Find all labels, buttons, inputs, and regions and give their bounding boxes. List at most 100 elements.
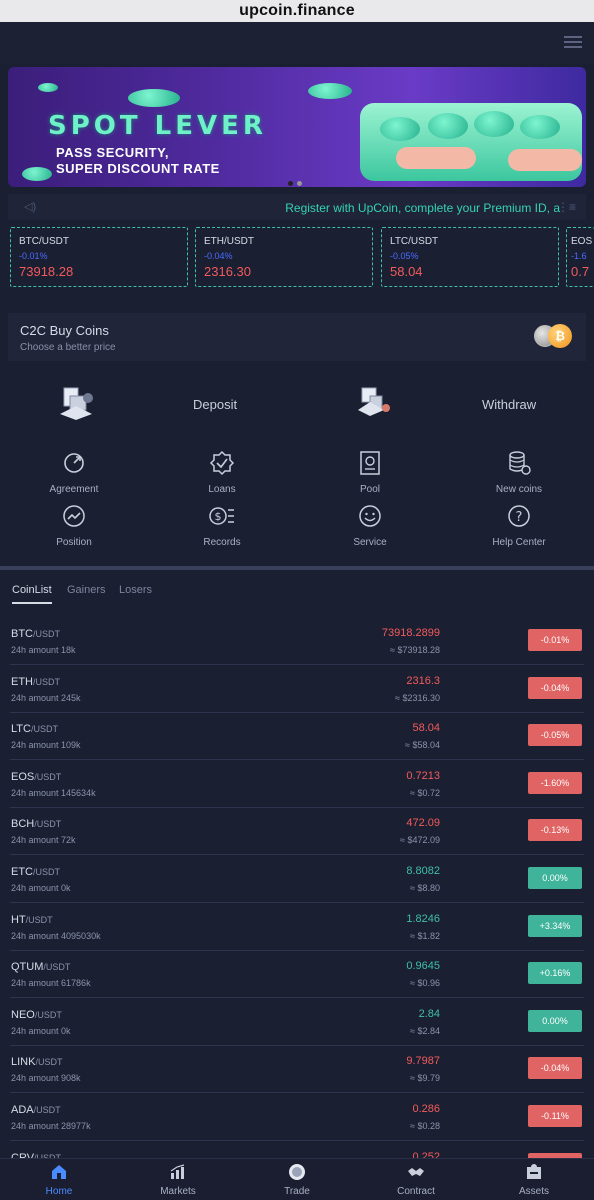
change-badge[interactable]: -0.01% bbox=[528, 629, 582, 651]
question-icon: ? bbox=[508, 505, 530, 527]
coin-row[interactable]: NEO/USDT 24h amount 0k 2.84 ≈ $2.84 0.00% bbox=[0, 999, 594, 1047]
change-badge[interactable]: -0.04% bbox=[528, 1057, 582, 1080]
coin-usd-value: ≈ $58.04 bbox=[405, 740, 440, 751]
bitcoin-icon: ₿ bbox=[548, 324, 572, 348]
coin-quote: /USDT bbox=[43, 962, 71, 973]
nav-home[interactable]: Home bbox=[19, 1163, 99, 1197]
coin-row[interactable]: LTC/USDT 24h amount 109k 58.04 ≈ $58.04 -0.0… bbox=[0, 713, 594, 761]
coin-base: LINK bbox=[11, 1056, 36, 1069]
ticker-card[interactable]: LTC/USDT -0.05% 58.04 bbox=[381, 227, 559, 287]
coin-symbol: LTC/USDT bbox=[11, 723, 58, 735]
coin-24h-amount: 24h amount 245k bbox=[11, 692, 81, 703]
grid-label: Records bbox=[203, 537, 241, 548]
records-button[interactable]: $ Records bbox=[172, 503, 272, 548]
change-badge[interactable]: -1.60% bbox=[528, 771, 582, 794]
change-badge[interactable]: 0.00% bbox=[528, 1009, 582, 1032]
coin-row[interactable]: EOS/USDT 24h amount 145634k 0.7213 ≈ $0.72 -… bbox=[0, 761, 594, 809]
announcement-bar[interactable]: ◁) Register with UpCoin, complete your P… bbox=[8, 194, 586, 220]
menu-icon[interactable] bbox=[564, 36, 582, 50]
coin-price: 2316.3 bbox=[406, 674, 440, 687]
deposit-icon[interactable] bbox=[58, 384, 98, 420]
ticker-pair: EOS bbox=[571, 236, 593, 247]
coin-row[interactable]: ETH/USDT 24h amount 245k 2316.3 ≈ $2316.30 -… bbox=[0, 666, 594, 714]
c2c-title: C2C Buy Coins bbox=[20, 323, 109, 338]
tab-coinlist[interactable]: CoinList bbox=[12, 584, 52, 596]
service-button[interactable]: Service bbox=[320, 503, 420, 548]
coin-base: ETC bbox=[11, 866, 33, 878]
coin-row[interactable]: LINK/USDT 24h amount 908k 9.7987 ≈ $9.79 -0.… bbox=[0, 1046, 594, 1094]
coin-usd-value: ≈ $2316.30 bbox=[395, 692, 440, 703]
coin-24h-amount: 24h amount 72k bbox=[11, 835, 76, 846]
ticker-price: 2316.30 bbox=[204, 264, 251, 279]
pool-button[interactable]: Pool bbox=[320, 450, 420, 495]
change-badge[interactable]: -0.13% bbox=[528, 819, 582, 842]
ticker-card[interactable]: BTC/USDT -0.01% 73918.28 bbox=[10, 227, 188, 287]
coin-usd-value: ≈ $2.84 bbox=[410, 1025, 440, 1036]
ticker-change: -1.6 bbox=[571, 251, 587, 261]
coin-symbol: LINK/USDT bbox=[11, 1056, 62, 1068]
help-center-button[interactable]: ? Help Center bbox=[469, 503, 569, 548]
ticker-price: 0.7 bbox=[571, 264, 590, 279]
coin-row[interactable]: ETC/USDT 24h amount 0k 8.8082 ≈ $8.80 0.00% bbox=[0, 856, 594, 904]
list-icon[interactable]: ⋮≡ bbox=[557, 200, 576, 214]
coin-price: 0.7213 bbox=[406, 769, 440, 782]
nav-markets[interactable]: Markets bbox=[138, 1163, 218, 1197]
coin-row[interactable]: HT/USDT 24h amount 4095030k 1.8246 ≈ $1.82 +… bbox=[0, 904, 594, 952]
coin-row[interactable]: BCH/USDT 24h amount 72k 472.09 ≈ $472.09 -0.… bbox=[0, 808, 594, 856]
nav-contract[interactable]: Contract bbox=[376, 1163, 456, 1197]
hand-graphic bbox=[508, 149, 582, 171]
banner-pagination[interactable] bbox=[288, 173, 306, 191]
promo-banner[interactable]: SPOT LEVER PASS SECURITY, SUPER DISCOUNT… bbox=[8, 67, 586, 187]
deposit-button[interactable]: Deposit bbox=[193, 397, 237, 412]
coin-price: 8.8082 bbox=[406, 865, 440, 877]
grid-label: Loans bbox=[208, 484, 236, 495]
coin-graphic bbox=[520, 115, 560, 139]
position-button[interactable]: Position bbox=[24, 503, 124, 548]
coin-graphic bbox=[22, 167, 52, 181]
coin-usd-value: ≈ $472.09 bbox=[400, 835, 440, 846]
new-coins-button[interactable]: New coins bbox=[469, 450, 569, 495]
ticker-card[interactable]: EOS -1.6 0.7 bbox=[566, 227, 594, 287]
change-badge[interactable]: +0.16% bbox=[528, 962, 582, 985]
coin-usd-value: ≈ $73918.28 bbox=[390, 645, 440, 655]
change-badge[interactable]: +3.34% bbox=[528, 914, 582, 937]
withdraw-icon[interactable] bbox=[354, 382, 394, 418]
chart-icon bbox=[170, 1164, 185, 1179]
banner-subtitle-line1: PASS SECURITY, bbox=[56, 145, 169, 160]
nav-assets[interactable]: Assets bbox=[494, 1163, 574, 1197]
change-badge[interactable]: -0.11% bbox=[528, 1105, 582, 1127]
coin-base: ETH bbox=[11, 675, 33, 688]
withdraw-button[interactable]: Withdraw bbox=[482, 397, 536, 412]
coin-row[interactable]: QTUM/USDT 24h amount 61786k 0.9645 ≈ $0.96 +… bbox=[0, 951, 594, 999]
change-badge[interactable]: -0.05% bbox=[528, 724, 582, 747]
coin-quote: /USDT bbox=[34, 771, 62, 782]
ticker-card[interactable]: ETH/USDT -0.04% 2316.30 bbox=[195, 227, 373, 287]
tab-gainers[interactable]: Gainers bbox=[67, 584, 106, 596]
coin-graphic bbox=[380, 117, 420, 141]
banner-title: SPOT LEVER bbox=[48, 111, 267, 141]
coin-24h-amount: 24h amount 0k bbox=[11, 883, 71, 893]
coin-quote: /USDT bbox=[25, 914, 53, 925]
coin-24h-amount: 24h amount 0k bbox=[11, 1025, 71, 1036]
coin-usd-value: ≈ $1.82 bbox=[410, 930, 440, 941]
browser-url-bar[interactable]: upcoin.finance bbox=[0, 0, 594, 22]
coin-graphic bbox=[38, 83, 58, 92]
loans-button[interactable]: Loans bbox=[172, 450, 272, 495]
coin-graphic bbox=[428, 113, 468, 139]
agreement-button[interactable]: Agreement bbox=[24, 450, 124, 495]
coin-row[interactable]: BTC/USDT 24h amount 18k 73918.2899 ≈ $73918… bbox=[0, 618, 594, 666]
c2c-buy-coins-card[interactable]: C2C Buy Coins Choose a better price ₿ bbox=[8, 313, 586, 361]
change-badge[interactable]: 0.00% bbox=[528, 867, 582, 889]
coin-24h-amount: 24h amount 908k bbox=[11, 1073, 81, 1084]
coin-row[interactable]: ADA/USDT 24h amount 28977k 0.286 ≈ $0.28 -0.… bbox=[0, 1094, 594, 1142]
coin-price: 2.84 bbox=[418, 1007, 440, 1020]
change-badge[interactable]: -0.04% bbox=[528, 676, 582, 699]
coin-symbol: BCH/USDT bbox=[11, 818, 61, 830]
coin-symbol: QTUM/USDT bbox=[11, 961, 70, 973]
coin-usd-value: ≈ $9.79 bbox=[410, 1073, 440, 1084]
nav-trade[interactable]: Trade bbox=[257, 1163, 337, 1197]
tab-losers[interactable]: Losers bbox=[119, 584, 152, 596]
nav-label: Contract bbox=[397, 1186, 435, 1197]
url-text: upcoin.finance bbox=[239, 2, 355, 19]
grid-label: Pool bbox=[359, 484, 380, 495]
